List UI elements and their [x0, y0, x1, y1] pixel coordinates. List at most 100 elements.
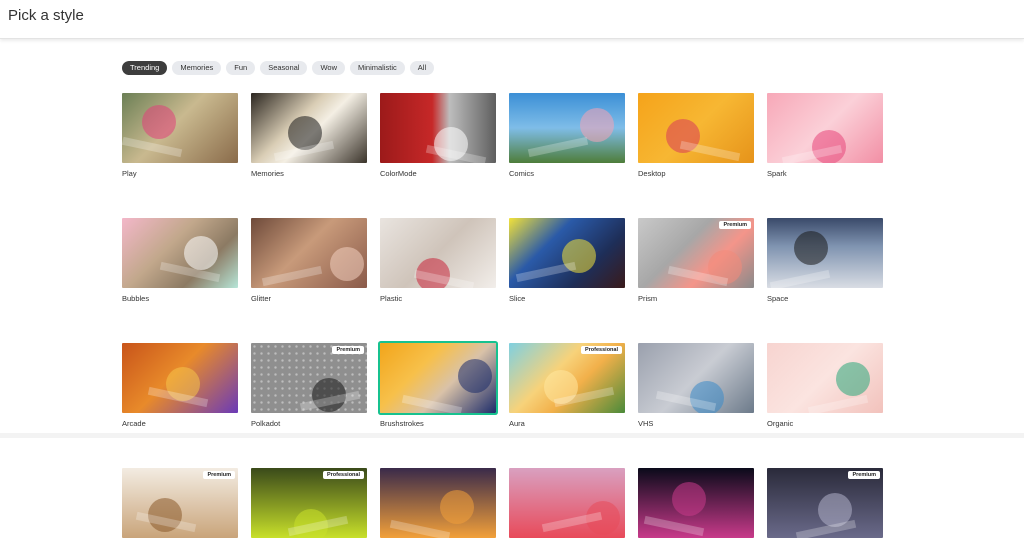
thumbnail-accent — [527, 136, 589, 158]
style-card-bubbles[interactable]: Bubbles — [122, 218, 238, 304]
style-card-colormode[interactable]: ColorMode — [380, 93, 496, 179]
style-label: Glitter — [251, 294, 272, 303]
style-thumbnail[interactable] — [509, 218, 625, 288]
thumbnail-accent — [440, 490, 474, 524]
premium-badge: Premium — [332, 346, 364, 354]
filter-chip-bar: Trending Memories Fun Seasonal Wow Minimalist… — [122, 61, 435, 75]
thumbnail-accent — [401, 394, 463, 413]
thumbnail-accent — [836, 362, 870, 396]
style-thumbnail[interactable] — [767, 218, 883, 288]
style-thumbnail[interactable] — [509, 93, 625, 163]
thumbnail-accent — [672, 482, 706, 516]
style-thumbnail[interactable] — [767, 343, 883, 413]
style-thumbnail[interactable] — [251, 218, 367, 288]
style-card-row4-0[interactable]: Premium — [122, 468, 238, 538]
style-thumbnail[interactable] — [380, 343, 496, 413]
filter-chip-trending[interactable]: Trending — [122, 61, 168, 75]
style-card-polkadot[interactable]: Premium Polkadot — [251, 343, 367, 429]
thumbnail-accent — [261, 265, 323, 287]
style-card-aura[interactable]: Professional Aura — [509, 343, 625, 429]
style-thumbnail[interactable]: Premium — [767, 468, 883, 538]
style-thumbnail[interactable] — [638, 93, 754, 163]
page-header: Pick a style — [0, 0, 1024, 39]
style-card-comics[interactable]: Comics — [509, 93, 625, 179]
style-thumbnail[interactable] — [122, 343, 238, 413]
style-card-row4-1[interactable]: Professional — [251, 468, 367, 538]
style-thumbnail[interactable] — [380, 93, 496, 163]
filter-chip-all[interactable]: All — [409, 61, 435, 75]
style-card-plastic[interactable]: Plastic — [380, 218, 496, 304]
thumbnail-accent — [458, 359, 492, 393]
filter-chip-memories[interactable]: Memories — [172, 61, 222, 75]
filter-chip-fun[interactable]: Fun — [226, 61, 256, 75]
style-thumbnail[interactable] — [251, 93, 367, 163]
style-card-prism[interactable]: Premium Prism — [638, 218, 754, 304]
style-label: Spark — [767, 169, 787, 178]
style-card-brushstrokes[interactable]: Brushstrokes — [380, 343, 496, 429]
style-card-play[interactable]: Play — [122, 93, 238, 179]
thumbnail-accent — [330, 247, 364, 281]
thumbnail-accent — [122, 136, 183, 158]
filter-chip-wow[interactable]: Wow — [312, 61, 346, 75]
thumbnail-accent — [142, 105, 176, 139]
style-label: Desktop — [638, 169, 666, 178]
style-thumbnail[interactable] — [380, 218, 496, 288]
style-card-row4-5[interactable]: Premium — [767, 468, 883, 538]
style-label: Arcade — [122, 419, 146, 428]
style-thumbnail[interactable]: Professional — [509, 343, 625, 413]
style-card-vhs[interactable]: VHS — [638, 343, 754, 429]
page-title: Pick a style — [8, 7, 84, 24]
style-thumbnail[interactable]: Premium — [638, 218, 754, 288]
style-card-row4-4[interactable] — [638, 468, 754, 538]
professional-badge: Professional — [580, 346, 622, 354]
filter-chip-minimalistic[interactable]: Minimalistic — [350, 61, 405, 75]
style-thumbnail[interactable]: Professional — [251, 468, 367, 538]
style-grid: Play Memories ColorMode Comics Desktop Spark B… — [122, 93, 883, 538]
style-thumbnail[interactable]: Premium — [251, 343, 367, 413]
style-label: Comics — [509, 169, 535, 178]
style-label: Polkadot — [251, 419, 281, 428]
style-card-spark[interactable]: Spark — [767, 93, 883, 179]
thumbnail-accent — [389, 519, 451, 538]
thumbnail-accent — [184, 236, 218, 270]
thumbnail-accent — [794, 231, 828, 265]
style-card-organic[interactable]: Organic — [767, 343, 883, 429]
professional-badge: Professional — [322, 471, 364, 479]
thumbnail-accent — [769, 269, 831, 288]
style-label: Aura — [509, 419, 525, 428]
style-label: Memories — [251, 169, 284, 178]
style-label: Space — [767, 294, 789, 303]
style-label: Slice — [509, 294, 526, 303]
thumbnail-accent — [643, 515, 705, 537]
style-card-space[interactable]: Space — [767, 218, 883, 304]
style-card-glitter[interactable]: Glitter — [251, 218, 367, 304]
style-label: Prism — [638, 294, 658, 303]
style-card-row4-3[interactable] — [509, 468, 625, 538]
style-label: Bubbles — [122, 294, 150, 303]
style-label: Brushstrokes — [380, 419, 424, 428]
premium-badge: Premium — [203, 471, 235, 479]
style-thumbnail[interactable] — [509, 468, 625, 538]
style-label: Organic — [767, 419, 794, 428]
style-card-memories[interactable]: Memories — [251, 93, 367, 179]
style-label: ColorMode — [380, 169, 417, 178]
premium-badge: Premium — [719, 221, 751, 229]
style-label: Plastic — [380, 294, 403, 303]
style-card-slice[interactable]: Slice — [509, 218, 625, 304]
style-thumbnail[interactable]: Premium — [122, 468, 238, 538]
style-thumbnail[interactable] — [767, 93, 883, 163]
premium-badge: Premium — [848, 471, 880, 479]
style-thumbnail[interactable] — [638, 343, 754, 413]
style-card-desktop[interactable]: Desktop — [638, 93, 754, 179]
style-card-row4-2[interactable] — [380, 468, 496, 538]
thumbnail-accent — [807, 394, 869, 413]
style-thumbnail[interactable] — [122, 218, 238, 288]
style-thumbnail[interactable] — [638, 468, 754, 538]
style-card-arcade[interactable]: Arcade — [122, 343, 238, 429]
style-thumbnail[interactable] — [122, 93, 238, 163]
style-label: VHS — [638, 419, 654, 428]
style-thumbnail[interactable] — [380, 468, 496, 538]
bottom-bar — [0, 433, 1024, 438]
filter-chip-seasonal[interactable]: Seasonal — [260, 61, 308, 75]
thumbnail-accent — [515, 261, 577, 283]
